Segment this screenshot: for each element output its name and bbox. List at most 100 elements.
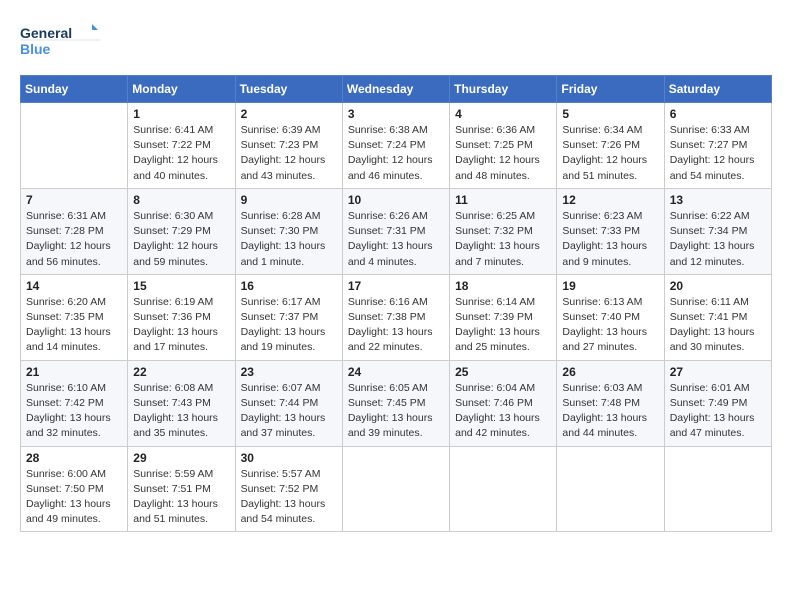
day-number: 14 (26, 279, 122, 293)
day-number: 16 (241, 279, 337, 293)
week-row-5: 28 Sunrise: 6:00 AMSunset: 7:50 PMDayligh… (21, 446, 772, 532)
day-info: Sunrise: 6:33 AMSunset: 7:27 PMDaylight:… (670, 123, 766, 184)
day-number: 21 (26, 365, 122, 379)
calendar-cell (21, 103, 128, 189)
week-row-2: 7 Sunrise: 6:31 AMSunset: 7:28 PMDaylight… (21, 188, 772, 274)
day-info: Sunrise: 6:04 AMSunset: 7:46 PMDaylight:… (455, 381, 551, 442)
calendar-cell: 3 Sunrise: 6:38 AMSunset: 7:24 PMDaylight… (342, 103, 449, 189)
day-number: 17 (348, 279, 444, 293)
calendar-cell: 11Sunrise: 6:25 AMSunset: 7:32 PMDayligh… (450, 188, 557, 274)
day-info: Sunrise: 6:31 AMSunset: 7:28 PMDaylight:… (26, 209, 122, 270)
header-day-friday: Friday (557, 76, 664, 103)
day-number: 20 (670, 279, 766, 293)
day-info: Sunrise: 6:36 AMSunset: 7:25 PMDaylight:… (455, 123, 551, 184)
day-info: Sunrise: 6:08 AMSunset: 7:43 PMDaylight:… (133, 381, 229, 442)
week-row-1: 1 Sunrise: 6:41 AMSunset: 7:22 PMDaylight… (21, 103, 772, 189)
day-number: 3 (348, 107, 444, 121)
day-number: 8 (133, 193, 229, 207)
svg-text:General: General (20, 25, 72, 41)
calendar-table: SundayMondayTuesdayWednesdayThursdayFrid… (20, 75, 772, 532)
day-number: 30 (241, 451, 337, 465)
day-info: Sunrise: 6:13 AMSunset: 7:40 PMDaylight:… (562, 295, 658, 356)
calendar-cell (342, 446, 449, 532)
day-info: Sunrise: 6:07 AMSunset: 7:44 PMDaylight:… (241, 381, 337, 442)
day-number: 6 (670, 107, 766, 121)
day-number: 12 (562, 193, 658, 207)
day-number: 10 (348, 193, 444, 207)
day-number: 7 (26, 193, 122, 207)
calendar-cell: 1 Sunrise: 6:41 AMSunset: 7:22 PMDaylight… (128, 103, 235, 189)
calendar-cell: 28 Sunrise: 6:00 AMSunset: 7:50 PMDayligh… (21, 446, 128, 532)
day-info: Sunrise: 6:19 AMSunset: 7:36 PMDaylight:… (133, 295, 229, 356)
calendar-cell: 13Sunrise: 6:22 AMSunset: 7:34 PMDayligh… (664, 188, 771, 274)
day-info: Sunrise: 6:34 AMSunset: 7:26 PMDaylight:… (562, 123, 658, 184)
header-day-sunday: Sunday (21, 76, 128, 103)
calendar-cell: 9 Sunrise: 6:28 AMSunset: 7:30 PMDaylight… (235, 188, 342, 274)
calendar-cell: 15 Sunrise: 6:19 AMSunset: 7:36 PMDayligh… (128, 274, 235, 360)
calendar-cell: 7 Sunrise: 6:31 AMSunset: 7:28 PMDaylight… (21, 188, 128, 274)
day-number: 23 (241, 365, 337, 379)
calendar-cell: 16 Sunrise: 6:17 AMSunset: 7:37 PMDayligh… (235, 274, 342, 360)
day-info: Sunrise: 6:10 AMSunset: 7:42 PMDaylight:… (26, 381, 122, 442)
svg-text:Blue: Blue (20, 41, 51, 57)
calendar-cell: 6 Sunrise: 6:33 AMSunset: 7:27 PMDaylight… (664, 103, 771, 189)
day-number: 1 (133, 107, 229, 121)
day-number: 22 (133, 365, 229, 379)
day-number: 18 (455, 279, 551, 293)
calendar-cell (450, 446, 557, 532)
day-number: 5 (562, 107, 658, 121)
calendar-cell: 23 Sunrise: 6:07 AMSunset: 7:44 PMDayligh… (235, 360, 342, 446)
calendar-cell: 10Sunrise: 6:26 AMSunset: 7:31 PMDayligh… (342, 188, 449, 274)
day-number: 27 (670, 365, 766, 379)
day-info: Sunrise: 5:59 AMSunset: 7:51 PMDaylight:… (133, 467, 229, 528)
header-day-wednesday: Wednesday (342, 76, 449, 103)
logo: General Blue (20, 20, 100, 65)
header-day-saturday: Saturday (664, 76, 771, 103)
calendar-cell: 20 Sunrise: 6:11 AMSunset: 7:41 PMDayligh… (664, 274, 771, 360)
day-info: Sunrise: 6:38 AMSunset: 7:24 PMDaylight:… (348, 123, 444, 184)
day-number: 28 (26, 451, 122, 465)
day-number: 19 (562, 279, 658, 293)
day-info: Sunrise: 6:05 AMSunset: 7:45 PMDaylight:… (348, 381, 444, 442)
day-number: 2 (241, 107, 337, 121)
calendar-cell: 5 Sunrise: 6:34 AMSunset: 7:26 PMDaylight… (557, 103, 664, 189)
calendar-cell: 8 Sunrise: 6:30 AMSunset: 7:29 PMDaylight… (128, 188, 235, 274)
calendar-cell: 25Sunrise: 6:04 AMSunset: 7:46 PMDayligh… (450, 360, 557, 446)
day-info: Sunrise: 6:16 AMSunset: 7:38 PMDaylight:… (348, 295, 444, 356)
day-number: 15 (133, 279, 229, 293)
calendar-cell: 12 Sunrise: 6:23 AMSunset: 7:33 PMDayligh… (557, 188, 664, 274)
calendar-cell: 19 Sunrise: 6:13 AMSunset: 7:40 PMDayligh… (557, 274, 664, 360)
calendar-cell: 14 Sunrise: 6:20 AMSunset: 7:35 PMDayligh… (21, 274, 128, 360)
day-info: Sunrise: 6:25 AMSunset: 7:32 PMDaylight:… (455, 209, 551, 270)
calendar-cell: 30 Sunrise: 5:57 AMSunset: 7:52 PMDayligh… (235, 446, 342, 532)
calendar-cell: 4 Sunrise: 6:36 AMSunset: 7:25 PMDaylight… (450, 103, 557, 189)
header-day-thursday: Thursday (450, 76, 557, 103)
day-info: Sunrise: 6:23 AMSunset: 7:33 PMDaylight:… (562, 209, 658, 270)
calendar-cell: 21 Sunrise: 6:10 AMSunset: 7:42 PMDayligh… (21, 360, 128, 446)
day-number: 9 (241, 193, 337, 207)
day-info: Sunrise: 6:03 AMSunset: 7:48 PMDaylight:… (562, 381, 658, 442)
header-day-monday: Monday (128, 76, 235, 103)
calendar-cell: 17 Sunrise: 6:16 AMSunset: 7:38 PMDayligh… (342, 274, 449, 360)
page-header: General Blue (20, 20, 772, 65)
day-info: Sunrise: 6:41 AMSunset: 7:22 PMDaylight:… (133, 123, 229, 184)
day-number: 4 (455, 107, 551, 121)
day-info: Sunrise: 5:57 AMSunset: 7:52 PMDaylight:… (241, 467, 337, 528)
calendar-cell (557, 446, 664, 532)
logo-svg: General Blue (20, 20, 100, 65)
day-info: Sunrise: 6:14 AMSunset: 7:39 PMDaylight:… (455, 295, 551, 356)
day-info: Sunrise: 6:20 AMSunset: 7:35 PMDaylight:… (26, 295, 122, 356)
week-row-4: 21 Sunrise: 6:10 AMSunset: 7:42 PMDayligh… (21, 360, 772, 446)
day-info: Sunrise: 6:11 AMSunset: 7:41 PMDaylight:… (670, 295, 766, 356)
calendar-cell: 2Sunrise: 6:39 AMSunset: 7:23 PMDaylight… (235, 103, 342, 189)
calendar-cell: 24 Sunrise: 6:05 AMSunset: 7:45 PMDayligh… (342, 360, 449, 446)
calendar-cell: 27Sunrise: 6:01 AMSunset: 7:49 PMDayligh… (664, 360, 771, 446)
day-number: 24 (348, 365, 444, 379)
calendar-cell: 26 Sunrise: 6:03 AMSunset: 7:48 PMDayligh… (557, 360, 664, 446)
day-info: Sunrise: 6:30 AMSunset: 7:29 PMDaylight:… (133, 209, 229, 270)
day-info: Sunrise: 6:00 AMSunset: 7:50 PMDaylight:… (26, 467, 122, 528)
day-info: Sunrise: 6:17 AMSunset: 7:37 PMDaylight:… (241, 295, 337, 356)
day-number: 26 (562, 365, 658, 379)
day-number: 13 (670, 193, 766, 207)
day-info: Sunrise: 6:28 AMSunset: 7:30 PMDaylight:… (241, 209, 337, 270)
